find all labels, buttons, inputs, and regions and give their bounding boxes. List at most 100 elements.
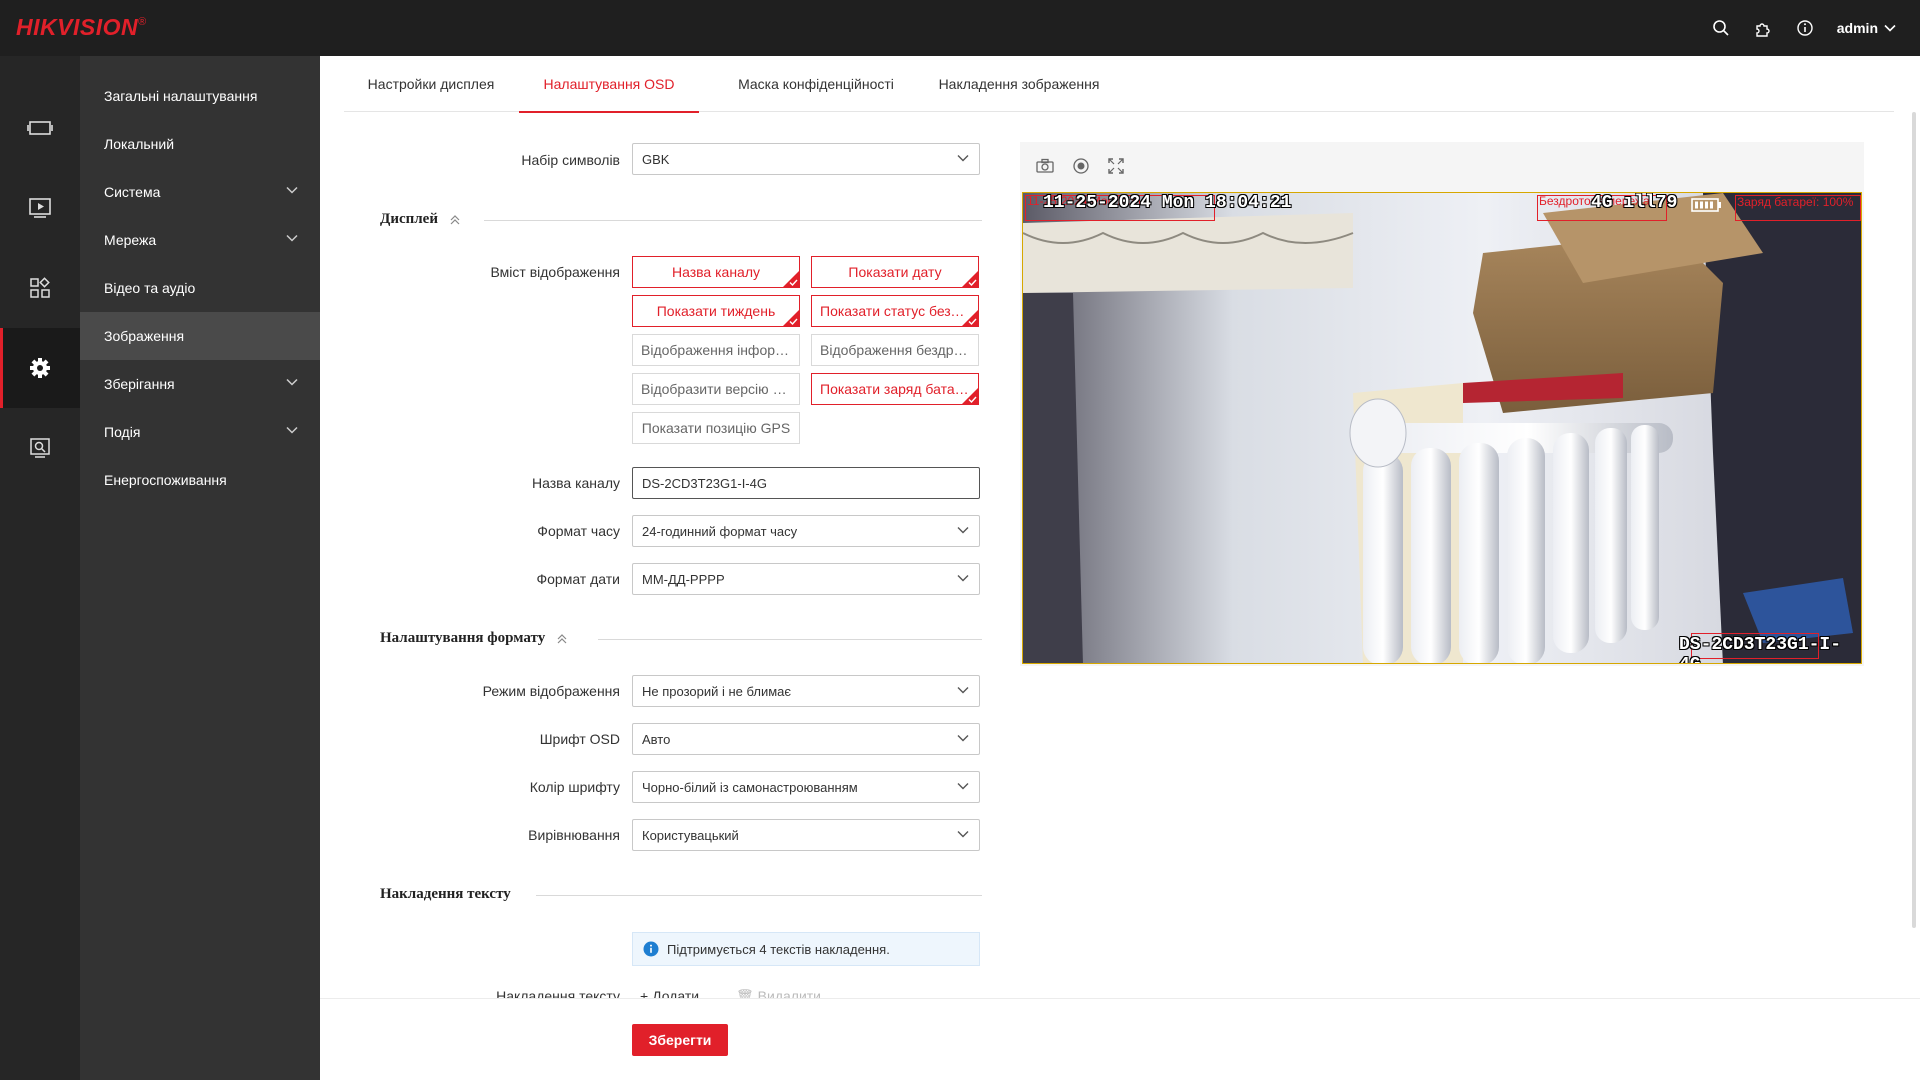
- rail-settings[interactable]: [0, 328, 80, 408]
- chip-gps-position[interactable]: Показати позицію GPS: [632, 412, 800, 444]
- display-section-label: Дисплей: [380, 211, 438, 227]
- menu-item-general[interactable]: Загальні налаштування: [80, 72, 320, 120]
- chip-label: Показати статус бездротової мережі: [820, 303, 970, 319]
- menu-item-storage[interactable]: Зберігання: [80, 360, 320, 408]
- save-button[interactable]: Зберегти: [632, 1024, 728, 1056]
- tab-display-settings[interactable]: Настройки дисплея: [344, 56, 518, 112]
- rail-playback[interactable]: [0, 168, 80, 248]
- info-banner: Підтримується 4 текстів накладення.: [632, 932, 980, 966]
- menu-item-network[interactable]: Мережа: [80, 216, 320, 264]
- hikvision-logo: HIKVISION®: [16, 14, 147, 41]
- info-icon[interactable]: [1795, 18, 1815, 38]
- chip-label: Показати тиждень: [656, 303, 776, 319]
- menu-item-image[interactable]: Зображення: [80, 312, 320, 360]
- osd-datetime: 11-25-2024 Mon 18:04:21: [1043, 193, 1292, 213]
- tab-picture-overlay[interactable]: Накладення зображення: [919, 56, 1119, 112]
- check-icon: [789, 279, 798, 286]
- date-format-label: Формат дати: [536, 571, 620, 587]
- time-format-select[interactable]: 24-годинний формат часу: [632, 515, 980, 547]
- font-color-select[interactable]: Чорно-білий із самонастроюванням: [632, 771, 980, 803]
- tab-bar: Настройки дисплея Налаштування OSD Маска…: [344, 56, 1894, 113]
- tab-label: Налаштування OSD: [543, 76, 675, 92]
- time-format-label: Формат часу: [537, 523, 620, 539]
- alignment-select[interactable]: Користувацький: [632, 819, 980, 851]
- menu-item-label: Енергоспоживання: [104, 472, 227, 488]
- chip-channel-name[interactable]: Назва каналу: [632, 256, 800, 288]
- chip-battery[interactable]: Показати заряд батареї: [811, 373, 979, 405]
- display-section-title[interactable]: Дисплей: [380, 211, 460, 228]
- osd-signal: 4G ıll79: [1591, 193, 1678, 213]
- menu-item-label: Зберігання: [104, 376, 175, 392]
- user-name: admin: [1836, 20, 1878, 36]
- chip-firmware-version[interactable]: Відобразити версію прошивки: [632, 373, 800, 405]
- chevron-down-icon: [957, 575, 969, 582]
- page-scrollbar[interactable]: [1912, 112, 1916, 928]
- menu-item-label: Загальні налаштування: [104, 88, 258, 104]
- rail-maintenance[interactable]: [0, 408, 80, 488]
- chip-show-date[interactable]: Показати дату: [811, 256, 979, 288]
- channel-name-value: DS-2CD3T23G1-I-4G: [642, 475, 767, 491]
- chevron-down-icon: [957, 155, 969, 162]
- osd-font-label: Шрифт OSD: [539, 731, 620, 747]
- chevron-down-icon: [957, 783, 969, 790]
- check-icon: [968, 396, 977, 403]
- chevron-down-icon: [286, 426, 298, 434]
- osd-font-value: Авто: [642, 731, 671, 747]
- rail-preview[interactable]: [0, 88, 80, 168]
- plugin-icon[interactable]: [1753, 18, 1773, 38]
- collapse-icon: [450, 214, 460, 224]
- channel-name-input[interactable]: DS-2CD3T23G1-I-4G: [632, 467, 980, 499]
- font-color-value: Чорно-білий із самонастроюванням: [642, 779, 858, 795]
- fullscreen-icon[interactable]: [1108, 158, 1124, 174]
- tab-privacy-mask[interactable]: Маска конфіденційності: [716, 56, 916, 112]
- chip-label: Відображення інформації: [641, 342, 791, 358]
- preview-toolbar: [1020, 142, 1864, 190]
- user-menu[interactable]: admin: [1837, 20, 1896, 36]
- charset-value: GBK: [642, 151, 670, 167]
- menu-item-local[interactable]: Локальний: [80, 120, 320, 168]
- charset-select[interactable]: GBK: [632, 143, 980, 175]
- camera-scene: [1023, 193, 1861, 663]
- settings-menu: Загальні налаштування Локальний Система …: [80, 56, 320, 1080]
- osd-channel-name: DS-2CD3T23G1-I-4G: [1679, 635, 1842, 663]
- chevron-down-icon: [286, 234, 298, 242]
- chip-wireless-display[interactable]: Відображення бездротового: [811, 334, 979, 366]
- check-icon: [968, 318, 977, 325]
- chevron-down-icon: [286, 378, 298, 386]
- alignment-value: Користувацький: [642, 827, 739, 843]
- menu-item-video-audio[interactable]: Відео та аудіо: [80, 264, 320, 312]
- top-bar: HIKVISION® admin: [0, 0, 1920, 56]
- menu-item-system[interactable]: Система: [80, 168, 320, 216]
- top-right-tools: admin: [1711, 0, 1896, 56]
- date-format-select[interactable]: ММ-ДД-РРРР: [632, 563, 980, 595]
- format-section-title[interactable]: Налаштування формату: [380, 630, 567, 647]
- apps-icon: [30, 277, 50, 298]
- menu-item-label: Локальний: [104, 136, 175, 152]
- divider: [598, 639, 982, 640]
- search-icon[interactable]: [1711, 18, 1731, 38]
- osd-font-select[interactable]: Авто: [632, 723, 980, 755]
- maintenance-icon: [30, 438, 50, 458]
- chip-wireless-status[interactable]: Показати статус бездротової мережі: [811, 295, 979, 327]
- divider: [536, 895, 982, 896]
- collapse-icon: [557, 633, 567, 643]
- display-mode-select[interactable]: Не прозорий і не блимає: [632, 675, 980, 707]
- font-color-label: Колір шрифту: [529, 779, 620, 795]
- text-overlay-section-label: Накладення тексту: [380, 886, 511, 902]
- tab-osd-settings[interactable]: Налаштування OSD: [519, 56, 699, 113]
- chip-info-display[interactable]: Відображення інформації: [632, 334, 800, 366]
- menu-item-event[interactable]: Подія: [80, 408, 320, 456]
- record-icon[interactable]: [1072, 157, 1090, 175]
- format-section-label: Налаштування формату: [380, 630, 546, 646]
- camera-icon[interactable]: [1036, 158, 1054, 174]
- menu-item-label: Мережа: [104, 232, 157, 248]
- chevron-down-icon: [957, 687, 969, 694]
- logo-part2: VISION: [57, 14, 139, 40]
- menu-item-power[interactable]: Енергоспоживання: [80, 456, 320, 504]
- display-mode-value: Не прозорий і не блимає: [642, 683, 792, 699]
- chip-show-week[interactable]: Показати тиждень: [632, 295, 800, 327]
- text-overlay-section-title: Накладення тексту: [380, 886, 511, 903]
- rail-apps[interactable]: [0, 248, 80, 328]
- live-video-preview[interactable]: 11-25-2024 Mon Mon 11-25-2024 Mon 18:04:…: [1022, 192, 1862, 664]
- tab-label: Маска конфіденційності: [738, 76, 894, 92]
